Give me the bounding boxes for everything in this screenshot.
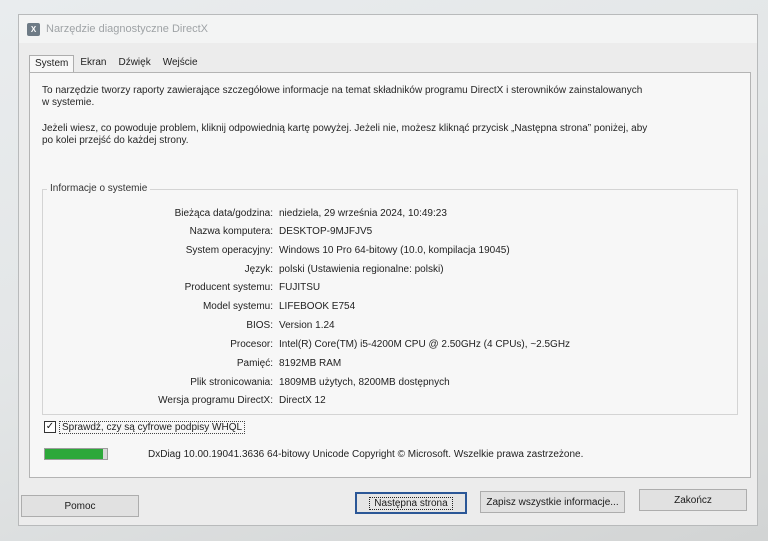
intro-paragraph-1: To narzędzie tworzy raporty zawierające … bbox=[42, 85, 643, 108]
info-row-directx-version: Wersja programu DirectX: DirectX 12 bbox=[43, 391, 739, 409]
next-page-button[interactable]: Następna strona bbox=[355, 492, 467, 514]
whql-checkbox[interactable]: ✓ bbox=[44, 421, 56, 433]
info-value: FUJITSU bbox=[279, 281, 321, 293]
info-key: BIOS: bbox=[246, 319, 273, 331]
info-row-bios: BIOS: Version 1.24 bbox=[43, 316, 739, 334]
info-value: niedziela, 29 września 2024, 10:49:23 bbox=[279, 207, 447, 219]
directx-icon: X bbox=[27, 22, 40, 36]
whql-check-row[interactable]: ✓ Sprawdź, czy są cyfrowe podpisy WHQL bbox=[44, 419, 246, 435]
info-row-os: System operacyjny: Windows 10 Pro 64-bit… bbox=[43, 241, 739, 259]
info-key: System operacyjny: bbox=[185, 244, 273, 256]
screen-background: X Narzędzie diagnostyczne DirectX System… bbox=[0, 0, 768, 541]
info-key: Pamięć: bbox=[236, 357, 273, 369]
info-row-model: Model systemu: LIFEBOOK E754 bbox=[43, 297, 739, 315]
version-copyright-text: DxDiag 10.00.19041.3636 64-bitowy Unicod… bbox=[148, 448, 584, 460]
check-mark-icon: ✓ bbox=[45, 421, 55, 432]
info-row-computer-name: Nazwa komputera: DESKTOP-9MJFJV5 bbox=[43, 222, 739, 240]
info-value: DESKTOP-9MJFJV5 bbox=[279, 225, 373, 237]
info-value: polski (Ustawienia regionalne: polski) bbox=[279, 263, 444, 275]
group-label: Informacje o systemie bbox=[47, 183, 151, 194]
progress-fill bbox=[45, 449, 103, 459]
intro-text: To narzędzie tworzy raporty zawierające … bbox=[42, 85, 652, 161]
info-row-language: Język: polski (Ustawienia regionalne: po… bbox=[43, 260, 739, 278]
info-value: Windows 10 Pro 64-bitowy (10.0, kompilac… bbox=[279, 244, 510, 256]
tab-input[interactable]: Wejście bbox=[157, 54, 204, 72]
save-all-info-button[interactable]: Zapisz wszystkie informacje... bbox=[480, 491, 625, 513]
info-key: Plik stronicowania: bbox=[190, 376, 273, 388]
tab-system[interactable]: System bbox=[29, 55, 75, 72]
info-key: Wersja programu DirectX: bbox=[158, 394, 273, 406]
status-row: DxDiag 10.00.19041.3636 64-bitowy Unicod… bbox=[44, 445, 583, 463]
info-key: Producent systemu: bbox=[184, 281, 273, 293]
info-key: Nazwa komputera: bbox=[189, 225, 273, 237]
info-key: Procesor: bbox=[230, 338, 273, 350]
next-page-label: Następna strona bbox=[369, 496, 453, 510]
dxdiag-window: X Narzędzie diagnostyczne DirectX System… bbox=[18, 14, 758, 526]
progress-bar bbox=[44, 448, 108, 460]
intro-paragraph-2: Jeżeli wiesz, co powoduje problem, klikn… bbox=[42, 123, 648, 146]
whql-checkbox-label[interactable]: Sprawdź, czy są cyfrowe podpisy WHQL bbox=[59, 420, 246, 434]
title-bar[interactable]: X Narzędzie diagnostyczne DirectX bbox=[19, 15, 757, 43]
info-value: Version 1.24 bbox=[279, 319, 335, 331]
help-button[interactable]: Pomoc bbox=[21, 495, 139, 517]
system-info-group: Informacje o systemie Bieżąca data/godzi… bbox=[42, 183, 739, 415]
info-value: DirectX 12 bbox=[279, 394, 326, 406]
exit-button[interactable]: Zakończ bbox=[639, 489, 747, 511]
info-row-manufacturer: Producent systemu: FUJITSU bbox=[43, 278, 739, 296]
system-tab-panel: To narzędzie tworzy raporty zawierające … bbox=[29, 72, 751, 478]
tab-strip: System Ekran Dźwięk Wejście bbox=[29, 53, 204, 72]
tab-sound[interactable]: Dźwięk bbox=[112, 54, 156, 72]
info-value: Intel(R) Core(TM) i5-4200M CPU @ 2.50GHz… bbox=[279, 338, 571, 350]
info-row-page-file: Plik stronicowania: 1809MB użytych, 8200… bbox=[43, 373, 739, 391]
info-row-processor: Procesor: Intel(R) Core(TM) i5-4200M CPU… bbox=[43, 335, 739, 353]
info-key: Model systemu: bbox=[202, 300, 273, 312]
info-value: LIFEBOOK E754 bbox=[279, 300, 356, 312]
info-key: Bieżąca data/godzina: bbox=[174, 207, 273, 219]
info-row-datetime: Bieżąca data/godzina: niedziela, 29 wrze… bbox=[43, 204, 739, 222]
tab-display[interactable]: Ekran bbox=[74, 54, 112, 72]
window-title: Narzędzie diagnostyczne DirectX bbox=[46, 23, 209, 35]
info-key: Język: bbox=[244, 263, 273, 275]
info-row-memory: Pamięć: 8192MB RAM bbox=[43, 354, 739, 372]
info-value: 8192MB RAM bbox=[279, 357, 342, 369]
info-value: 1809MB użytych, 8200MB dostępnych bbox=[279, 376, 450, 388]
